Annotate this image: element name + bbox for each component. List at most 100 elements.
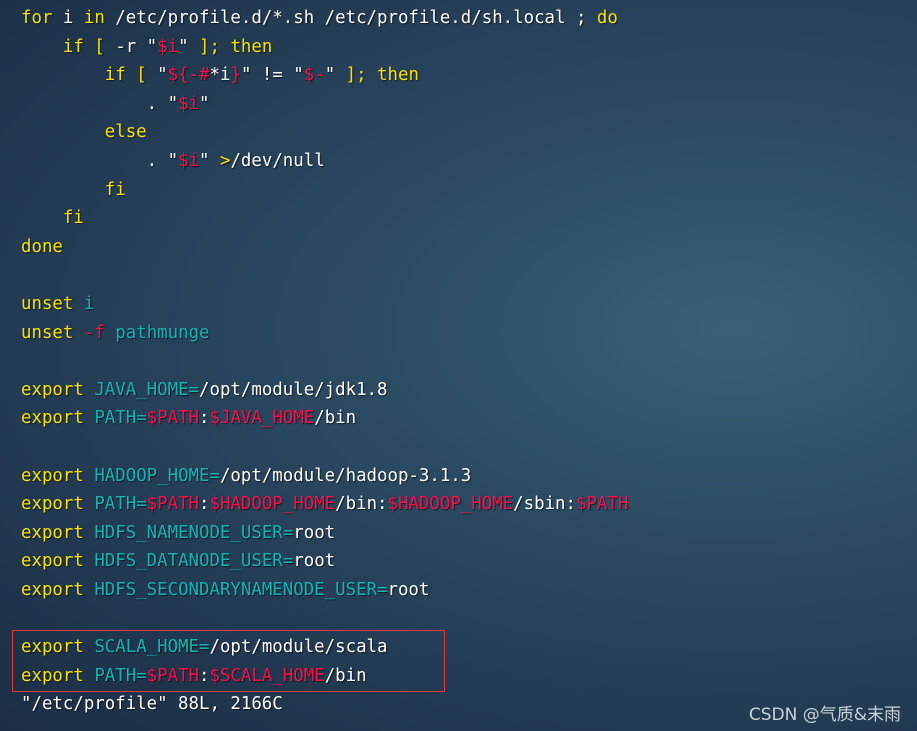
code-token: HDFS_SECONDARYNAMENODE_USER= [94,579,388,600]
code-token: $- [303,65,325,86]
code-line: . "$i" [21,90,628,119]
code-line: export HDFS_DATANODE_USER=root [21,547,628,576]
code-token: export [21,494,84,515]
code-line: else [21,118,628,147]
code-token: /opt/module/hadoop-3.1.3 [219,465,472,486]
code-token: $PATH [146,494,200,515]
code-token: " [146,65,168,86]
code-token: -r " [104,36,158,57]
code-token: JAVA_HOME= [94,379,200,400]
code-line: fi [21,176,628,205]
code-line: unset -f pathmunge [21,319,628,348]
code-token: /sbin: [513,494,576,515]
code-token: done [21,236,63,257]
code-line: done [21,233,628,262]
code-line: unset i [21,290,628,319]
code-line: export PATH=$PATH:$JAVA_HOME/bin [21,404,628,433]
code-token: /bin: [335,494,388,515]
code-token: $HADOOP_HOME [387,494,514,515]
code-token: export [21,579,84,600]
code-token: : [199,408,210,429]
code-line: export HDFS_SECONDARYNAMENODE_USER=root [21,576,628,605]
code-token: in [83,8,105,28]
code-token: do [596,8,618,28]
status-line: "/etc/profile" 88L, 2166C [21,694,283,715]
code-token: > [219,150,231,171]
code-token: export [21,522,84,543]
code-token: " [199,93,210,114]
code-token: pathmunge [115,322,210,343]
watermark: CSDN @气质&末雨 [748,705,901,725]
code-token: root [293,551,336,572]
code-token: PATH= [94,408,147,429]
code-token: . " [21,93,179,114]
code-token: $i [178,93,200,114]
code-token: root [293,522,336,543]
code-token: i [52,8,84,28]
terminal-editor[interactable]: for i in /etc/profile.d/*.sh /etc/profil… [21,4,628,719]
code-token: if [ [104,65,147,86]
code-token: $HADOOP_HOME [209,494,336,515]
code-token: " [324,65,346,86]
code-token: else [104,122,147,143]
code-token: root [387,579,430,600]
code-token: export [21,379,84,400]
code-line: . "$i" >/dev/null [21,147,628,176]
code-token: unset [21,293,74,314]
code-token: " [178,36,200,57]
code-token: i [83,293,95,314]
code-token: -f [83,322,105,343]
code-token: PATH= [94,494,147,515]
code-token: $i [178,150,200,171]
code-token: $PATH [575,494,629,515]
code-line: for i in /etc/profile.d/*.sh /etc/profil… [21,4,628,33]
code-token: $JAVA_HOME [209,408,315,429]
code-token: export [21,465,84,486]
code-line: export PATH=$PATH:$HADOOP_HOME/bin:$HADO… [21,490,628,519]
code-token: : [199,494,210,515]
code-token: HDFS_DATANODE_USER= [94,551,294,572]
code-token: ]; then [199,36,273,57]
code-line: export HADOOP_HOME=/opt/module/hadoop-3.… [21,462,628,491]
code-line: fi [21,204,628,233]
code-token: *i [209,65,231,86]
code-token: for [21,8,53,28]
code-line: export JAVA_HOME=/opt/module/jdk1.8 [21,376,628,405]
code-token: if [ [62,36,105,57]
code-token: fi [62,208,84,229]
code-token: /opt/module/jdk1.8 [199,379,388,400]
code-token: $PATH [146,408,200,429]
code-token: " [199,150,220,171]
code-token: ${-# [167,65,210,86]
code-line: if [ -r "$i" ]; then [21,33,628,62]
code-token: unset [21,322,74,343]
code-token: export [21,408,84,429]
code-token: HADOOP_HOME= [94,465,220,486]
code-token: /bin [314,408,357,429]
code-token: HDFS_NAMENODE_USER= [94,522,294,543]
highlight-box [12,630,445,692]
code-token: $i [157,36,179,57]
code-token: } [230,65,241,86]
code-line: if [ "${-#*i}" != "$-" ]; then [21,61,628,90]
code-token: /etc/profile.d/*.sh /etc/profile.d/sh.lo… [104,8,597,28]
code-token: " != " [240,65,304,86]
code-token: fi [104,179,126,200]
